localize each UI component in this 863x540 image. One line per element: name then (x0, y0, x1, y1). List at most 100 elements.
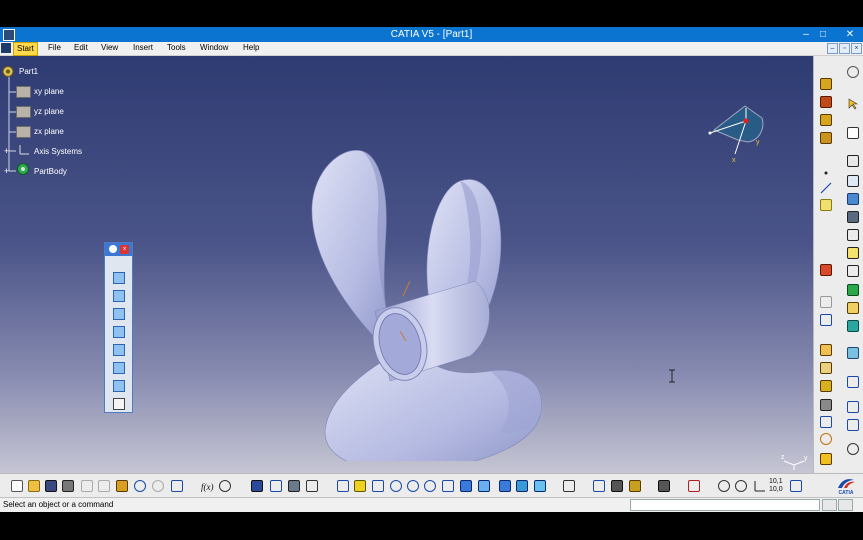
menu-help[interactable]: Help (243, 43, 259, 52)
fly-mode-icon[interactable] (337, 480, 349, 492)
command-input[interactable] (630, 499, 820, 511)
tree-item-axis-systems[interactable]: Axis Systems (34, 147, 82, 156)
edit-parameters-icon[interactable] (847, 127, 859, 139)
top-view-icon[interactable] (113, 362, 125, 374)
normal-view-icon[interactable] (442, 480, 454, 492)
comment-icon[interactable] (219, 480, 231, 492)
floating-toolbar-titlebar[interactable]: × (105, 243, 132, 256)
zoom-out-icon[interactable] (424, 480, 436, 492)
grid-icon[interactable] (820, 296, 832, 308)
assemble-icon[interactable] (820, 362, 832, 374)
hide-show-icon[interactable] (516, 480, 528, 492)
toolbar-close-button[interactable]: × (120, 245, 129, 254)
status-button-2[interactable] (838, 499, 853, 511)
plane-icon[interactable] (16, 106, 31, 118)
scaling-icon[interactable] (820, 399, 832, 411)
boolean-icon[interactable] (820, 344, 832, 356)
named-views-icon[interactable] (113, 398, 125, 410)
zoom-in-icon[interactable] (407, 480, 419, 492)
print-icon[interactable] (62, 480, 74, 492)
table-icon[interactable] (251, 480, 263, 492)
rotate-icon[interactable] (390, 480, 402, 492)
status-button-1[interactable] (822, 499, 837, 511)
render-icon[interactable] (735, 480, 747, 492)
point-icon[interactable] (820, 167, 832, 179)
plane-icon[interactable] (16, 126, 31, 138)
pattern-icon[interactable] (820, 416, 832, 428)
tree-item-zx-plane[interactable]: zx plane (34, 127, 64, 136)
lock-icon[interactable] (629, 480, 641, 492)
user-pattern-icon[interactable] (847, 443, 859, 455)
cut-icon[interactable] (81, 480, 93, 492)
formula-icon[interactable]: f(x) (201, 480, 214, 492)
save-icon[interactable] (45, 480, 57, 492)
open-icon[interactable] (28, 480, 40, 492)
dimension-icon[interactable] (688, 480, 700, 492)
mirror-icon[interactable] (847, 376, 859, 388)
compass[interactable]: x y (700, 96, 770, 166)
toolbar-menu-icon[interactable] (109, 245, 117, 253)
bottom-view-icon[interactable] (113, 380, 125, 392)
tree-root-part1[interactable]: Part1 (19, 67, 38, 76)
isometric-icon[interactable] (478, 480, 490, 492)
thickness-icon[interactable] (847, 320, 859, 332)
right-view-icon[interactable] (113, 344, 125, 356)
compass-snap-icon[interactable] (820, 433, 832, 445)
edge-fillet-icon[interactable] (847, 247, 859, 259)
axis-system-icon[interactable] (16, 143, 30, 156)
shaft-icon[interactable] (820, 132, 832, 144)
plane-icon[interactable] (16, 86, 31, 98)
loft-icon[interactable] (847, 193, 859, 205)
sketcher-icon[interactable] (820, 78, 832, 90)
tree-item-yz-plane[interactable]: yz plane (34, 107, 64, 116)
pad-icon[interactable] (820, 96, 832, 108)
line-icon[interactable] (820, 182, 832, 194)
isometric-view-icon[interactable] (113, 272, 125, 284)
axis-tool-icon[interactable] (820, 246, 832, 258)
sweep-icon[interactable] (847, 175, 859, 187)
doc-close-button[interactable]: × (851, 43, 862, 54)
constraint-icon[interactable] (593, 480, 605, 492)
measure-item-icon[interactable] (658, 480, 670, 492)
rect-pattern-icon[interactable] (847, 401, 859, 413)
fit-all-icon[interactable] (354, 480, 366, 492)
paste-icon[interactable] (116, 480, 128, 492)
shell-icon[interactable] (847, 302, 859, 314)
chamfer-icon[interactable] (847, 265, 859, 277)
menu-start[interactable]: Start (13, 42, 38, 56)
circ-pattern-icon[interactable] (847, 419, 859, 431)
multi-section-icon[interactable] (847, 211, 859, 223)
undo-icon[interactable] (134, 480, 146, 492)
analysis-icon[interactable] (820, 453, 832, 465)
multi-view-icon[interactable] (460, 480, 472, 492)
select-arrow-icon[interactable] (847, 98, 859, 110)
hole-icon[interactable] (847, 229, 859, 241)
back-view-icon[interactable] (113, 308, 125, 320)
shading-icon[interactable] (499, 480, 511, 492)
remove-icon[interactable] (820, 380, 832, 392)
tree-item-xy-plane[interactable]: xy plane (34, 87, 64, 96)
whats-this-icon[interactable] (171, 480, 183, 492)
left-view-icon[interactable] (113, 326, 125, 338)
draft-icon[interactable] (847, 284, 859, 296)
expand-icon[interactable]: + (4, 146, 9, 156)
menu-file[interactable]: File (48, 43, 61, 52)
doc-minimize-button[interactable]: – (827, 43, 838, 54)
doc-restore-button[interactable]: ▫ (839, 43, 850, 54)
knowledge-icon[interactable] (270, 480, 282, 492)
abc-text-icon[interactable] (820, 226, 832, 238)
propeller-model[interactable] (300, 131, 560, 461)
menu-tools[interactable]: Tools (167, 43, 186, 52)
measure-icon[interactable] (820, 264, 832, 276)
reactions-icon[interactable] (306, 480, 318, 492)
close-button[interactable]: ✕ (838, 28, 862, 41)
minimize-button[interactable]: – (798, 28, 814, 41)
apply-material-icon[interactable] (718, 480, 730, 492)
gear-icon[interactable] (847, 66, 859, 78)
catalog-icon[interactable] (288, 480, 300, 492)
view-toolbar-floating[interactable]: × (104, 242, 133, 413)
translate-icon[interactable] (847, 347, 859, 359)
expand-icon[interactable]: + (4, 166, 9, 176)
menu-window[interactable]: Window (200, 43, 228, 52)
pocket-tool-icon[interactable] (847, 155, 859, 167)
